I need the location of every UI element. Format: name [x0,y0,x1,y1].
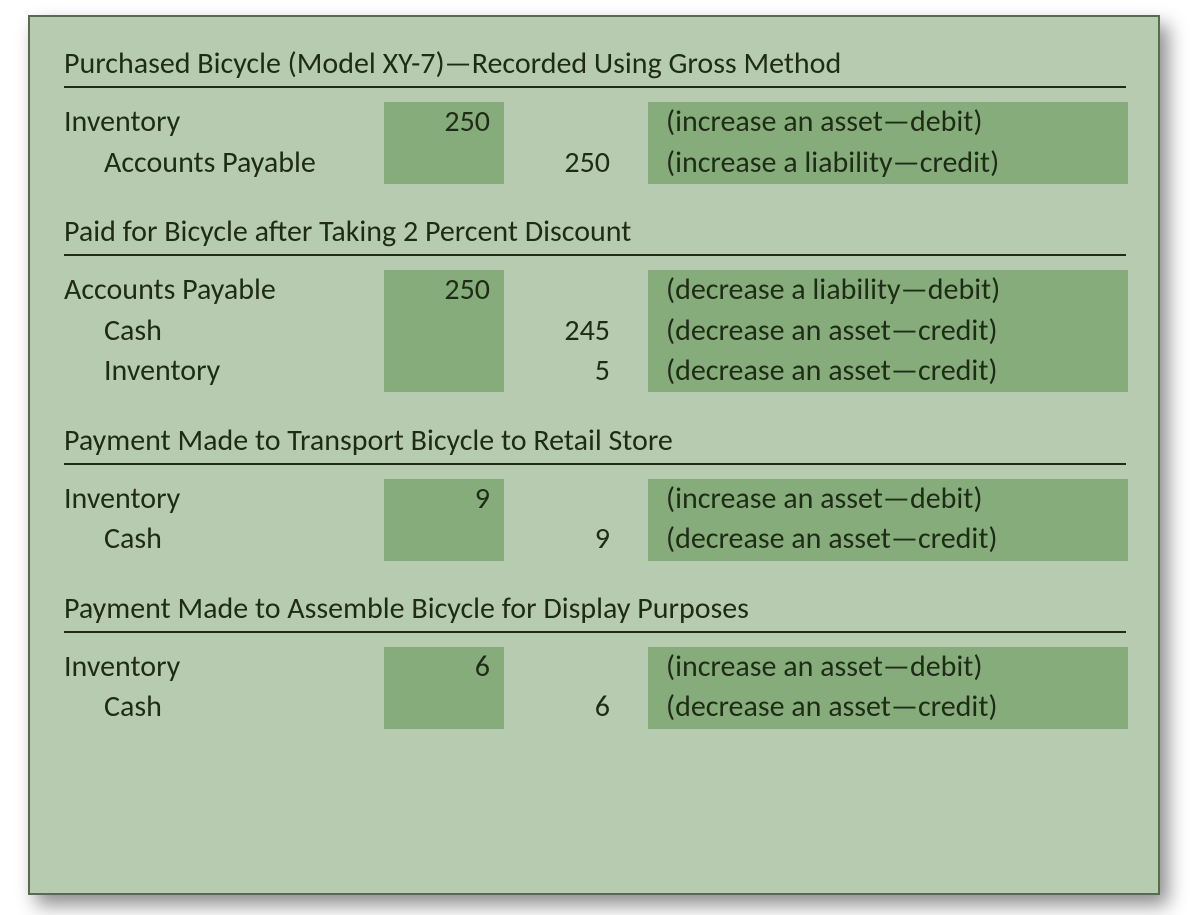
credit-amount [504,647,624,688]
journal-entry: Purchased Bicycle (Model XY-7)—Recorded … [64,45,1126,183]
credit-amount: 9 [504,519,624,560]
entry-title: Paid for Bicycle after Taking 2 Percent … [64,213,1126,256]
account-name: Inventory [64,479,384,520]
line-explanation: (increase an asset—debit) [648,479,1126,520]
account-name: Inventory [64,351,384,392]
credit-amount: 250 [504,143,624,184]
debit-amount: 250 [384,102,504,143]
debit-amount [384,351,504,392]
entry-title: Payment Made to Assemble Bicycle for Dis… [64,590,1126,633]
account-name: Cash [64,687,384,728]
debit-amount [384,687,504,728]
entry-lines: Accounts Payable 250 (decrease a liabili… [64,270,1126,392]
line-explanation: (increase an asset—debit) [648,102,1126,143]
entry-title: Purchased Bicycle (Model XY-7)—Recorded … [64,45,1126,88]
credit-amount [504,102,624,143]
line-explanation: (decrease an asset—credit) [648,519,1126,560]
debit-amount [384,143,504,184]
account-name: Inventory [64,647,384,688]
debit-amount: 6 [384,647,504,688]
account-name: Cash [64,519,384,560]
journal-entry: Payment Made to Transport Bicycle to Ret… [64,422,1126,560]
entry-lines: Inventory 6 (increase an asset—debit) Ca… [64,647,1126,728]
account-name: Inventory [64,102,384,143]
account-name: Accounts Payable [64,270,384,311]
ledger-panel: Purchased Bicycle (Model XY-7)—Recorded … [28,15,1160,895]
debit-amount [384,311,504,352]
debit-amount [384,519,504,560]
account-name: Cash [64,311,384,352]
line-explanation: (increase an asset—debit) [648,647,1126,688]
debit-amount: 9 [384,479,504,520]
entry-lines: Inventory 250 (increase an asset—debit) … [64,102,1126,183]
line-explanation: (increase a liability—credit) [648,143,1126,184]
line-explanation: (decrease an asset—credit) [648,687,1126,728]
entry-title: Payment Made to Transport Bicycle to Ret… [64,422,1126,465]
journal-entry: Paid for Bicycle after Taking 2 Percent … [64,213,1126,392]
account-name: Accounts Payable [64,143,384,184]
credit-amount: 6 [504,687,624,728]
entry-lines: Inventory 9 (increase an asset—debit) Ca… [64,479,1126,560]
line-explanation: (decrease an asset—credit) [648,351,1126,392]
line-explanation: (decrease a liability—debit) [648,270,1126,311]
entry-grid: Accounts Payable 250 (decrease a liabili… [64,270,1126,392]
credit-amount: 5 [504,351,624,392]
credit-amount [504,479,624,520]
debit-amount: 250 [384,270,504,311]
credit-amount [504,270,624,311]
entry-grid: Inventory 6 (increase an asset—debit) Ca… [64,647,1126,728]
entry-grid: Inventory 9 (increase an asset—debit) Ca… [64,479,1126,560]
entry-grid: Inventory 250 (increase an asset—debit) … [64,102,1126,183]
credit-amount: 245 [504,311,624,352]
journal-entry: Payment Made to Assemble Bicycle for Dis… [64,590,1126,728]
line-explanation: (decrease an asset—credit) [648,311,1126,352]
